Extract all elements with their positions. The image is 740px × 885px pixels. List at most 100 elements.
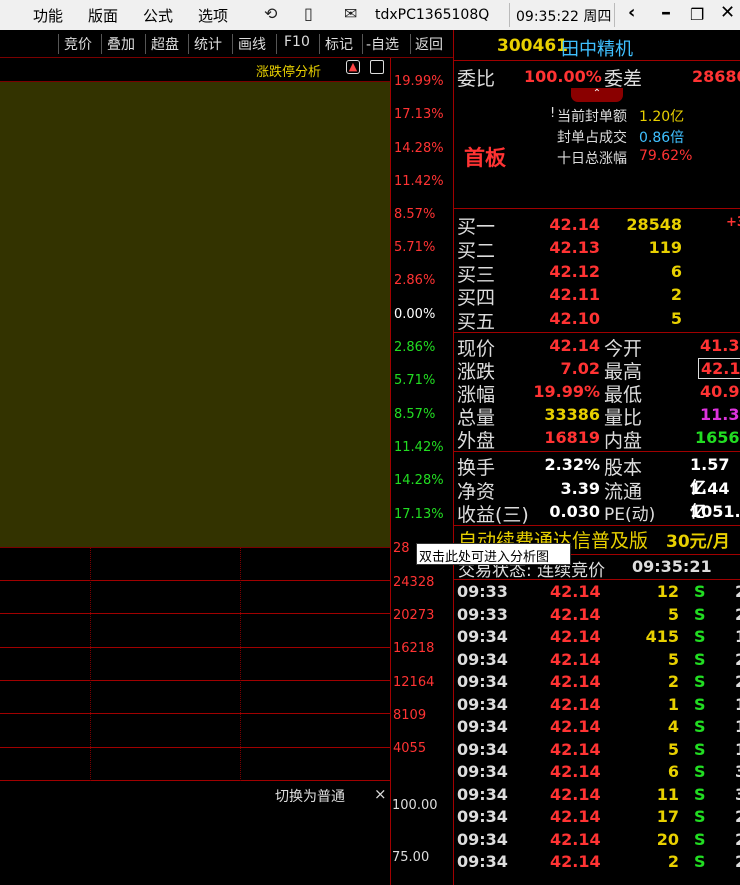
board-tag: 首板 bbox=[464, 146, 506, 170]
volume-label: 16218 bbox=[393, 641, 435, 656]
bid-volume: 6 bbox=[670, 262, 682, 281]
volume-label: 24328 bbox=[393, 575, 435, 590]
pct-label: 11.42% bbox=[394, 174, 444, 189]
pe-value: 1051.4 bbox=[690, 502, 740, 521]
seal-amount-label: 当前封单额 bbox=[557, 109, 627, 125]
bid-volume: 28548 bbox=[626, 215, 682, 234]
restore-button[interactable]: ❐ bbox=[690, 5, 704, 24]
pct-label: 5.71% bbox=[394, 373, 436, 388]
bid-volume: 119 bbox=[648, 238, 682, 257]
grid-vline bbox=[90, 548, 91, 781]
bid-label: 买五 bbox=[457, 311, 496, 333]
trade-status-time: 09:35:21 bbox=[632, 557, 712, 576]
pct-change-value: 19.99% bbox=[533, 382, 600, 401]
inner-label: 内盘 bbox=[604, 430, 643, 452]
open-value: 41.35 bbox=[700, 336, 740, 355]
toolbar-mark[interactable]: 标记 bbox=[325, 34, 353, 54]
grid-vline bbox=[240, 548, 241, 781]
panel-toggle-icon[interactable] bbox=[370, 60, 384, 74]
collapse-icon[interactable]: ⌃ bbox=[571, 88, 623, 102]
close-button[interactable]: ✕ bbox=[720, 2, 735, 23]
seal-ratio-label: 封单占成交 bbox=[557, 130, 627, 146]
stock-name: 田中精机 bbox=[561, 39, 633, 60]
quote-panel: 300461 田中精机 委比 100.00% 委差 28680 ⌃ 首板 ! 当… bbox=[453, 30, 740, 885]
pct-label: 14.28% bbox=[394, 141, 444, 156]
pe-label: PE(动) bbox=[604, 505, 656, 525]
change-value: 7.02 bbox=[560, 359, 600, 378]
toolbar-stats[interactable]: 统计 bbox=[194, 34, 222, 54]
eps-value: 0.030 bbox=[549, 502, 600, 521]
bid-price: 42.14 bbox=[549, 215, 600, 234]
bid-change: +3 bbox=[726, 215, 740, 230]
seal-amount: 1.20亿 bbox=[639, 109, 685, 125]
minimize-button[interactable]: – bbox=[661, 0, 671, 24]
user-id[interactable]: tdxPC1365108Q bbox=[375, 7, 489, 23]
toolbar-draw[interactable]: 画线 bbox=[238, 34, 266, 54]
weicha-value: 28680 bbox=[692, 67, 740, 86]
menu-item-options[interactable]: 选项 bbox=[198, 5, 228, 26]
axis-divider bbox=[390, 58, 391, 885]
bid-price: 42.10 bbox=[549, 309, 600, 328]
outer-label: 外盘 bbox=[457, 430, 496, 452]
switch-normal-button[interactable]: 切换为普通 bbox=[275, 786, 345, 806]
expand-icon[interactable]: ▲ bbox=[346, 60, 360, 74]
bid-label: 买一 bbox=[457, 216, 496, 238]
grid-line bbox=[0, 780, 390, 781]
analysis-tooltip: 双击此处可进入分析图 bbox=[416, 543, 571, 565]
refresh-icon[interactable]: ⟲ bbox=[264, 4, 277, 23]
turnover-label: 换手 bbox=[457, 457, 496, 479]
toolbar-back[interactable]: 返回 bbox=[415, 34, 443, 54]
volume-label: 12164 bbox=[393, 675, 435, 690]
toolbar-f10[interactable]: F10 bbox=[284, 34, 310, 50]
back-arrow-icon[interactable]: ‹ bbox=[628, 2, 635, 23]
volume-label: 8109 bbox=[393, 708, 427, 723]
turnover-value: 2.32% bbox=[544, 455, 600, 474]
menu-item-layout[interactable]: 版面 bbox=[88, 5, 118, 26]
ten-day-label: 十日总涨幅 bbox=[557, 151, 627, 167]
ten-day-value: 79.62% bbox=[639, 148, 693, 164]
promo-price[interactable]: 30元/月 bbox=[666, 527, 730, 552]
low-value: 40.99 bbox=[700, 382, 740, 401]
toolbar-auction[interactable]: 竞价 bbox=[64, 34, 92, 54]
vol-ratio-value: 11.37 bbox=[700, 405, 740, 424]
shares-label: 股本 bbox=[604, 457, 643, 479]
pct-label: 8.57% bbox=[394, 207, 436, 222]
chart-header: 涨跌停分析 ▲ bbox=[0, 58, 390, 81]
menu-item-formula[interactable]: 公式 bbox=[143, 5, 173, 26]
bid-volume: 2 bbox=[670, 285, 682, 304]
weicha-label: 委差 bbox=[604, 68, 643, 90]
chart-toolbar: 竞价 叠加 超盘 统计 画线 F10 标记 -自选 返回 bbox=[0, 30, 453, 58]
bid-price: 42.13 bbox=[549, 238, 600, 257]
pct-label: 14.28% bbox=[394, 473, 444, 488]
indicator-label: 100.00 bbox=[392, 798, 438, 813]
phone-icon[interactable]: ▯ bbox=[304, 4, 313, 23]
toolbar-overlay[interactable]: 叠加 bbox=[107, 34, 135, 54]
high-value: 42.14 bbox=[698, 358, 740, 379]
pct-label: 5.71% bbox=[394, 240, 436, 255]
grid-line bbox=[0, 747, 390, 748]
weibi-value: 100.00% bbox=[524, 67, 602, 86]
price-chart-area[interactable] bbox=[0, 81, 390, 548]
pct-label: 0.00% bbox=[394, 307, 436, 322]
pct-label: 2.86% bbox=[394, 273, 436, 288]
pct-label: 11.42% bbox=[394, 440, 444, 455]
panel-label: 涨跌停分析 bbox=[256, 65, 322, 80]
volume-label: 28 bbox=[393, 541, 410, 556]
menu-item-function[interactable]: 功能 bbox=[33, 5, 63, 26]
volume-label: 4055 bbox=[393, 741, 427, 756]
inner-value: 16567 bbox=[695, 428, 740, 447]
bid-volume: 5 bbox=[670, 309, 682, 328]
volume-value: 33386 bbox=[544, 405, 600, 424]
mail-icon[interactable]: ✉ bbox=[344, 4, 357, 23]
bid-price: 42.11 bbox=[549, 285, 600, 304]
toolbar-superplate[interactable]: 超盘 bbox=[151, 34, 179, 54]
net-assets-value: 3.39 bbox=[560, 479, 600, 498]
volume-label: 20273 bbox=[393, 608, 435, 623]
pct-label: 8.57% bbox=[394, 407, 436, 422]
bid-label: 买二 bbox=[457, 240, 496, 262]
grid-line bbox=[0, 680, 390, 681]
pct-label: 17.13% bbox=[394, 107, 444, 122]
clock: 09:35:22 周四 bbox=[509, 3, 615, 27]
toolbar-watchlist[interactable]: -自选 bbox=[366, 34, 399, 54]
close-icon[interactable]: × bbox=[374, 785, 387, 803]
